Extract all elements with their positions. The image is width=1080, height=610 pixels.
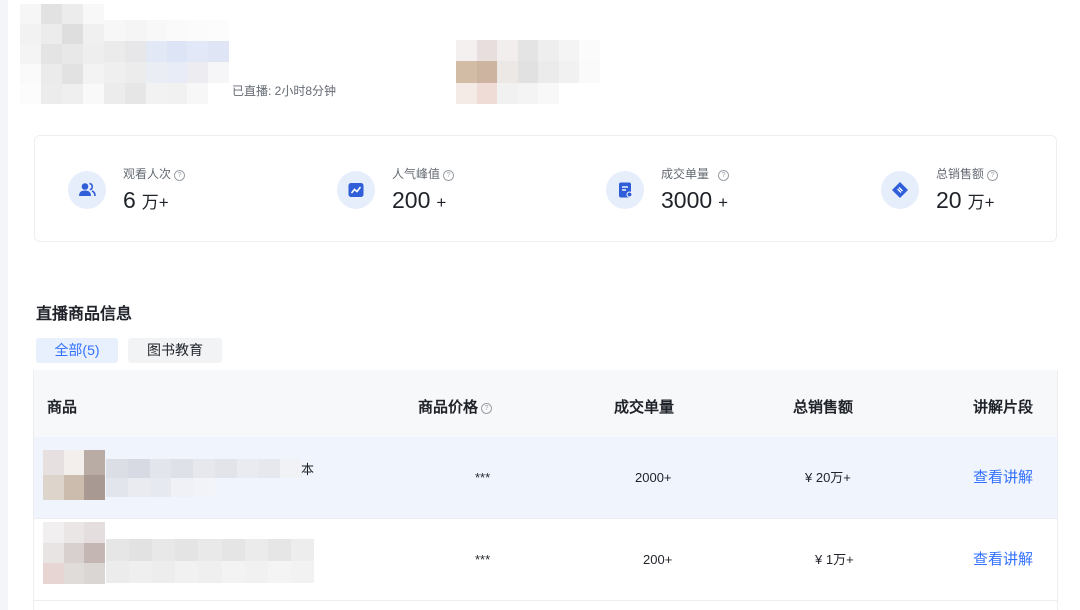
stat-value: 20 [936,187,962,213]
stat-label: 总销售额 [936,167,985,181]
tab-all[interactable]: 全部(5) [36,338,118,363]
tab-books-education[interactable]: 图书教育 [128,338,222,363]
stats-card: 观看人次? 6 万+ 人气峰值? 200 + 成交单量? 3000 + 总销售额… [34,135,1057,242]
blurred-product-thumbnail [43,450,105,500]
help-circle-icon[interactable]: ? [718,170,730,181]
column-header-clips: 讲解片段 [973,399,1034,416]
cell-orders: 2000+ [635,470,672,485]
product-table: 商品 商品价格? 成交单量 总销售额 讲解片段 本 *** 2000+ ¥ 20… [33,370,1058,610]
stat-unit: 万+ [141,193,169,212]
blurred-product-thumbnail [43,522,105,584]
table-row-partial [34,601,1057,610]
help-circle-icon[interactable]: ? [443,170,455,181]
view-explanation-link[interactable]: 查看讲解 [973,519,1033,601]
users-icon [68,171,106,209]
product-name-tail: 本 [301,462,315,477]
column-header-price: 商品价格? [418,370,493,446]
column-header-product: 商品 [47,399,78,416]
cell-orders: 200+ [643,552,673,567]
blurred-account-avatar [20,4,104,104]
cell-sales: ¥ 1万+ [815,552,854,567]
view-explanation-link[interactable]: 查看讲解 [973,437,1033,519]
stat-label: 观看人次 [123,167,172,181]
column-header-price-label: 商品价格 [418,399,479,416]
stat-unit: + [718,193,729,212]
cell-sales: ¥ 20万+ [805,470,851,485]
stat-unit: 万+ [967,193,995,212]
stat-label: 成交单量 [661,167,710,181]
table-header: 商品 商品价格? 成交单量 总销售额 讲解片段 [34,370,1057,437]
stat-unit: + [436,193,447,212]
order-doc-icon [606,171,644,209]
stat-value: 200 [392,187,431,213]
live-duration: 已直播: 2小时8分钟 [232,84,337,98]
cell-price: *** [475,470,491,485]
table-row: *** 200+ ¥ 1万+ 查看讲解 [34,519,1057,601]
stat-value: 6 [123,187,136,213]
help-circle-icon[interactable]: ? [987,170,999,181]
help-circle-icon[interactable]: ? [174,170,186,181]
section-title: 直播商品信息 [36,306,133,323]
cell-price: *** [475,552,491,567]
sales-tag-icon [881,171,919,209]
blurred-product-name [106,459,302,497]
help-circle-icon[interactable]: ? [481,403,493,414]
blurred-account-name [104,20,250,104]
blurred-anchor-avatar [456,40,600,104]
blurred-product-name [106,539,314,583]
left-edge-strip [0,0,8,610]
stat-label: 人气峰值 [392,167,441,181]
stat-value: 3000 [661,187,713,213]
column-header-sales: 总销售额 [793,399,854,416]
trend-chart-icon [337,171,375,209]
column-header-orders: 成交单量 [614,399,675,416]
table-row: 本 *** 2000+ ¥ 20万+ 查看讲解 [34,437,1057,519]
